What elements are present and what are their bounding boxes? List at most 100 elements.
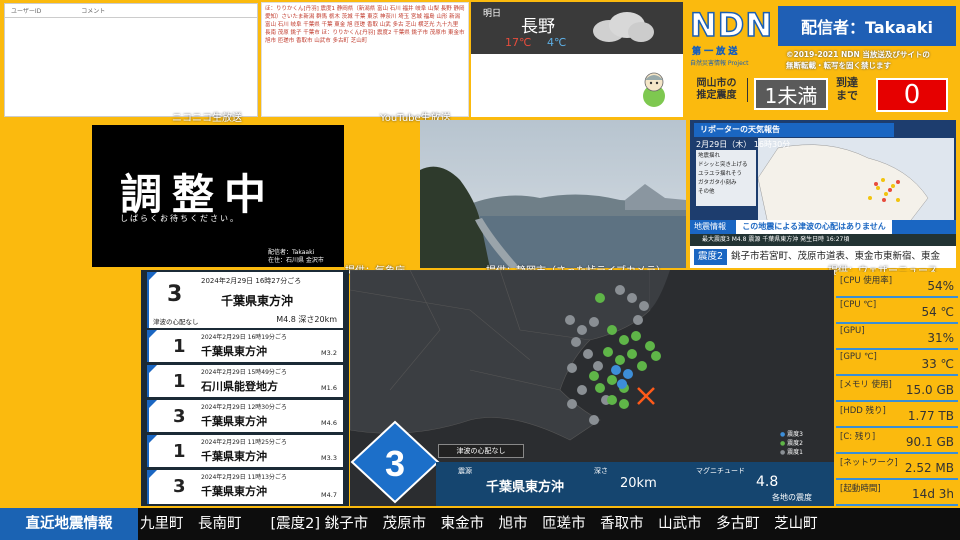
history-magnitude: M4.6 [321,419,337,427]
history-item[interactable]: 1 2024年2月29日 16時19分ごろ 千葉県東方沖 M3.2 [147,330,343,362]
maintenance-screen: 調整中 しばらくお待ちください。 配信者：Takaaki 在住：石川県 金沢市 [92,125,344,267]
live-camera-image [420,120,686,268]
history-datetime: 2024年2月29日 11時25分ごろ [201,439,287,446]
stat-gpu-temp: [GPU ℃] 33 ℃ [836,350,958,376]
arrival-label-2: まで [836,89,858,102]
weather-tomorrow: 明日 [483,9,502,19]
maintenance-credit: 配信者：Takaaki 在住：石川県 金沢市 [268,249,324,265]
depth-value: 20km [620,476,657,491]
reporter-legend: 地震揺れ ドシッと突き上げる ユラユラ揺れそう ガタガタ小刻み その他 [696,150,756,206]
earthquake-map: 3 津波の心配なし ● 震度3 ● 震度2 ● 震度1 震源 千葉県東方沖 深さ… [350,270,834,506]
corner-marker [149,400,157,408]
history-place: 千葉県東方沖 [201,415,267,428]
history-intensity: 1 [173,441,186,462]
host-badge: 配信者：Takaaki [778,6,956,46]
area-intensity-badge: 震度2 [694,249,728,265]
history-magnitude: M4.7 [321,491,337,499]
reporter-legend-title: 地震揺れ [698,153,721,159]
reporter-legend-item: その他 [698,189,715,195]
arrival-countdown: 0 [876,78,948,112]
stat-hdd: [HDD 残り] 1.77 TB [836,402,958,428]
history-intensity: 1 [173,371,186,392]
corner-marker [149,330,157,338]
youtube-chat-text: ほ：りりかくん[丹羽] 震度1 静岡県（新潟県 富山 石川 福井 岐阜 山梨 長… [265,6,465,44]
col-user-id: ユーザーID [11,8,42,15]
reporter-legend-item: ガタガタ小刻み [698,180,737,186]
system-stats-panel: [CPU 使用率] 54% [CPU ℃] 54 ℃ [GPU] 31% [GPU ℃… [836,272,958,506]
maint-credit-host: 配信者：Takaaki [268,249,315,256]
history-datetime: 2024年2月29日 15時49分ごろ [201,369,287,376]
tsunami-note: 津波の心配なし [438,444,524,458]
weather-high: 17℃ [505,36,532,49]
corner-marker [149,365,157,373]
area-intensity-label: 各地の震度 [772,493,812,502]
copyright-line-1: ©2019-2021 NDN 当放送及びサイトの [786,50,930,59]
corner-marker [149,470,157,478]
comment-table-header: ユーザーID コメント [5,4,257,18]
history-datetime: 2024年2月29日 11時13分ごろ [201,474,287,481]
est-label-2: 推定震度 [696,90,737,101]
project-name: 自然災害情報 Project [690,60,749,67]
quake-summary-bar: 最大震度3 M4.8 震源 千葉県東方沖 発生日時 16:27頃 [690,234,956,246]
reporter-date: 2月29日（木） 16時30分 [696,140,791,149]
channel-name: 第 一 放 送 [692,47,738,57]
history-item[interactable]: 3 2024年2月29日 12時30分ごろ 千葉県東方沖 M4.6 [147,400,343,432]
weather-city: 長野 [521,17,555,37]
history-intensity: 3 [167,282,183,307]
arrival-label-1: 到達 [836,76,858,89]
stat-gpu-usage: [GPU] 31% [836,324,958,350]
reporter-legend-item: ドシッと突き上げる [698,162,748,168]
history-place: 石川県能登地方 [201,380,278,393]
corner-marker [149,272,157,280]
history-datetime: 2024年2月29日 12時30分ごろ [201,404,287,411]
history-magnitude: M3.3 [321,454,337,462]
estimated-intensity-label: 岡山市の 推定震度 [686,78,748,102]
stat-cpu-temp: [CPU ℃] 54 ℃ [836,298,958,324]
area-list: 銚子市若宮町、茂原市道表、東金市東新宿、東金 [731,251,941,262]
history-intensity: 1 [173,336,186,357]
youtube-chat-panel: ほ：りりかくん[丹羽] 震度1 静岡県（新潟県 富山 石川 福井 岐阜 山梨 長… [261,2,469,117]
history-intensity: 3 [173,476,186,497]
max-intensity-badge: 3 [350,420,440,504]
history-item[interactable]: 3 2024年2月29日 11時13分ごろ 千葉県東方沖 M4.7 [147,470,343,504]
legend-intensity-2: ● 震度2 [780,440,803,447]
nico-label: ニコニコ生放送 [172,113,242,124]
history-place: 千葉県東方沖 [201,485,267,498]
weather-panel: 明日 長野 17℃ 4℃ [471,2,683,117]
stat-c-drive: [C: 残り] 90.1 GB [836,428,958,454]
epicenter-value: 千葉県東方沖 [486,480,565,495]
quake-info-bar: 地震情報 この地震による津波の心配はありません [690,220,956,234]
quake-info-panel: 震源 千葉県東方沖 深さ 20km マグニチュード 4.8 各地の震度 [436,462,834,506]
history-magnitude: M3.2 [321,349,337,357]
ticker-text: 九里町 長南町 [震度2] 銚子市 茂原市 東金市 旭市 匝瑳市 香取市 山武市… [140,516,818,532]
reporter-map [757,138,954,225]
map-legend: ● 震度3 ● 震度2 ● 震度1 [780,430,803,457]
magnitude-label: マグニチュード [696,467,745,475]
estimated-intensity-value: 1未満 [754,78,828,110]
history-place: 千葉県東方沖 [201,345,267,358]
epicenter-label: 震源 [458,467,472,475]
weather-header: 明日 長野 17℃ 4℃ [471,2,683,54]
weather-low: 4℃ [547,36,567,49]
earthquake-history-list: 3 2024年2月29日 16時27分ごろ 千葉県東方沖 津波の心配なし M4.… [141,270,349,506]
stat-uptime: [起動時間] 14d 3h [836,480,958,506]
ndn-logo: NDN [689,5,774,45]
copyright-line-2: 無断転載・転写を固く禁じます [786,61,891,70]
reporter-title: リポーターの天気報告 [694,123,894,137]
magnitude-value: 4.8 [756,474,779,490]
history-intensity: 3 [173,406,186,427]
reporter-weather-panel: リポーターの天気報告 2月29日（木） 16時30分 地震揺れ ドシッと突き上げ… [690,120,956,268]
stat-cpu-usage: [CPU 使用率] 54% [836,272,958,298]
copyright-notice: ©2019-2021 NDN 当放送及びサイトの 無断転載・転写を固く禁じます [786,49,930,71]
history-item[interactable]: 3 2024年2月29日 16時27分ごろ 千葉県東方沖 津波の心配なし M4.… [147,272,343,328]
history-magnitude: M4.8 深さ20km [276,315,337,324]
history-datetime: 2024年2月29日 16時19分ごろ [201,334,287,341]
history-item[interactable]: 1 2024年2月29日 15時49分ごろ 石川県能登地方 M1.6 [147,365,343,397]
ticker-label: 直近地震情報 [0,508,138,540]
depth-label: 深さ [594,467,608,475]
history-datetime: 2024年2月29日 16時27分ごろ [201,277,302,285]
maint-credit-home: 在住：石川県 金沢市 [268,257,324,264]
history-item[interactable]: 1 2024年2月29日 11時25分ごろ 千葉県東方沖 M3.3 [147,435,343,467]
legend-intensity-3: ● 震度3 [780,431,803,438]
history-magnitude: M1.6 [321,384,337,392]
